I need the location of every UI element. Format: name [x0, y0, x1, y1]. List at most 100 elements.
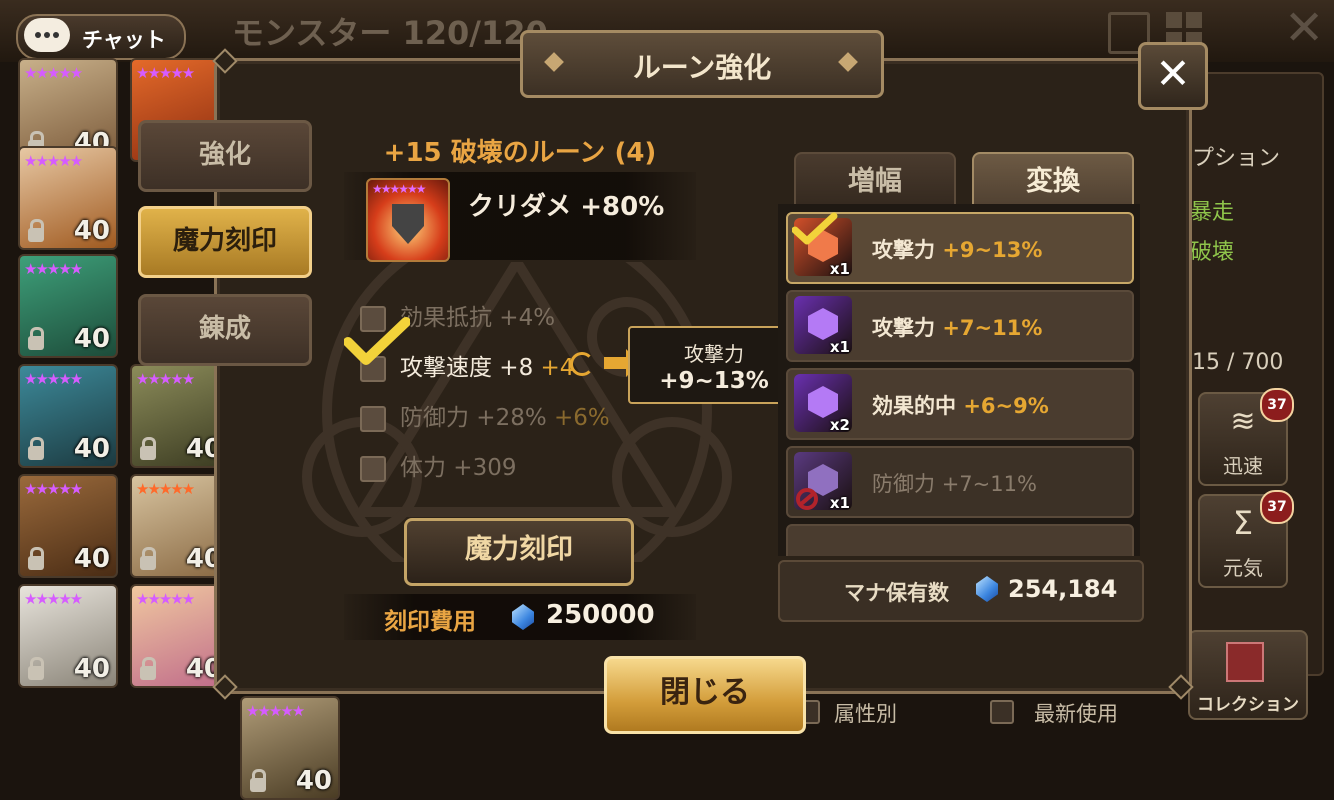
filter-label-element: 属性別	[834, 702, 897, 726]
star-rating: ★★★★★	[24, 152, 83, 170]
grindstone-icon: x2	[794, 374, 852, 434]
lock-icon	[28, 327, 44, 350]
substat-text: 攻撃速度 +8	[400, 355, 534, 381]
grind-quantity: x2	[829, 416, 850, 434]
lock-icon	[28, 219, 44, 242]
dialog-close-icon-button[interactable]: ✕	[1138, 42, 1208, 110]
grind-stat-label: 攻撃力	[872, 316, 943, 340]
monster-portrait[interactable]: ★★★★★ 40	[18, 584, 118, 688]
grind-item[interactable]: x2 効果的中 +6~9%	[786, 368, 1134, 440]
dialog-title: ルーン強化	[632, 51, 772, 84]
enchant-button[interactable]: 魔力刻印	[404, 518, 634, 586]
collection-button[interactable]: コレクション	[1188, 630, 1308, 720]
star-rating: ★★★★★	[246, 702, 305, 720]
grind-quantity: x1	[829, 260, 850, 278]
monster-portrait[interactable]: ★★★★★ 40	[18, 254, 118, 358]
grind-stat-label: 効果的中	[872, 394, 964, 418]
result-range: +9~13%	[659, 368, 769, 394]
rune-title: +15 破壊のルーン (4)	[383, 138, 657, 168]
monster-count-title: モンスター 120/120	[232, 14, 548, 52]
grind-stat-label: 攻撃力	[872, 238, 943, 262]
close-icon[interactable]: ✕	[1284, 4, 1324, 52]
lock-icon	[140, 657, 156, 680]
substat-checkbox[interactable]	[360, 455, 386, 482]
tab-convert[interactable]: 変換	[972, 152, 1134, 210]
grind-stat-label: 防御力	[872, 472, 942, 496]
grind-list[interactable]: x1 攻撃力 +9~13% x1 攻撃力 +7~11% x2 効果的中 +6~9% x1 防御…	[778, 204, 1140, 556]
star-rating: ★★★★★	[24, 370, 83, 388]
lock-icon	[140, 547, 156, 570]
grind-quantity: x1	[829, 338, 850, 356]
grind-item[interactable]: x1 攻撃力 +7~11%	[786, 290, 1134, 362]
result-preview-box: 攻撃力 +9~13%	[628, 326, 800, 404]
rune-count: 15 / 700	[1192, 350, 1284, 375]
tab-enhance[interactable]: 強化	[138, 120, 312, 192]
filter-checkbox-recent[interactable]	[990, 700, 1014, 724]
rune-main-stat: クリダメ +80%	[468, 192, 665, 222]
star-rating: ★★★★★	[136, 370, 195, 388]
lock-icon	[28, 657, 44, 680]
grind-stat: 効果的中 +6~9%	[872, 390, 1049, 420]
arrow-right-icon	[604, 349, 640, 377]
star-rating: ★★★★★	[24, 590, 83, 608]
lock-icon	[28, 437, 44, 460]
substat-text: 防御力 +28%	[400, 405, 547, 431]
star-rating: ★★★★★	[24, 64, 83, 82]
mana-crystal-icon	[976, 576, 998, 602]
star-rating: ★★★★★	[136, 480, 195, 498]
option-heading: プション	[1192, 146, 1281, 171]
grind-stat-value: +6~9%	[963, 394, 1049, 418]
monster-portrait[interactable]: ★★★★★ 40	[240, 696, 340, 800]
monster-portrait[interactable]: ★★★★★ 40	[18, 474, 118, 578]
substat-checkbox[interactable]	[360, 405, 386, 432]
star-rating: ★★★★★	[136, 64, 195, 82]
monster-level: 40	[73, 324, 110, 354]
monster-portrait[interactable]: ★★★★★ 40	[18, 146, 118, 250]
badge-count: 37	[1260, 388, 1294, 422]
substat-bonus: +4	[540, 355, 575, 381]
destroy-rune-icon	[392, 204, 424, 244]
mana-label: マナ保有数	[844, 581, 949, 605]
set-line-2: 破壊	[1190, 240, 1235, 265]
collection-label: コレクション	[1197, 695, 1299, 715]
filter-label-recent: 最新使用	[1034, 702, 1118, 726]
grind-item[interactable]: x1 攻撃力 +9~13%	[786, 212, 1134, 284]
set-line-1: 暴走	[1190, 200, 1235, 225]
result-stat: 攻撃力	[684, 342, 744, 366]
check-icon	[792, 212, 838, 245]
skill-label: 元気	[1223, 556, 1263, 580]
substat-text: 体力 +309	[400, 455, 517, 481]
chat-bubble-icon	[24, 18, 70, 52]
prohibited-icon	[796, 488, 818, 510]
grind-stat-value: +9~13%	[942, 238, 1043, 262]
substat-bonus: +6%	[554, 405, 610, 431]
chat-button[interactable]: チャット	[16, 14, 186, 60]
grind-stat-value: +7~11%	[941, 472, 1037, 496]
grindstone-icon: x1	[792, 212, 852, 278]
substat-row[interactable]: 防御力 +28% +6%	[360, 398, 610, 432]
check-icon	[344, 317, 410, 365]
grind-stat: 防御力 +7~11%	[872, 468, 1037, 498]
grind-item: x1 防御力 +7~11%	[786, 446, 1134, 518]
close-button[interactable]: 閉じる	[604, 656, 806, 734]
grind-stat: 攻撃力 +9~13%	[872, 234, 1042, 264]
cost-label: 刻印費用	[384, 609, 476, 635]
rune-icon: ★★★★★★	[366, 178, 450, 262]
monster-portrait[interactable]: ★★★★★ 40	[18, 364, 118, 468]
substat-row[interactable]: 体力 +309	[360, 448, 516, 482]
skill-label: 迅速	[1223, 454, 1263, 478]
grind-item[interactable]	[786, 524, 1134, 556]
monster-level: 40	[295, 766, 332, 796]
lock-icon	[140, 437, 156, 460]
grindstone-icon: x1	[794, 452, 852, 512]
grindstone-icon: x1	[794, 296, 852, 356]
cost-value: 250000	[546, 600, 655, 630]
monster-level: 40	[73, 434, 110, 464]
chat-label: チャット	[82, 28, 166, 52]
monster-level: 40	[73, 544, 110, 574]
grind-stat: 攻撃力 +7~11%	[872, 312, 1042, 342]
tab-amplify[interactable]: 増幅	[794, 152, 956, 210]
reroll-cycle-icon	[570, 352, 594, 376]
badge-count: 37	[1260, 490, 1294, 524]
monster-level: 40	[73, 216, 110, 246]
